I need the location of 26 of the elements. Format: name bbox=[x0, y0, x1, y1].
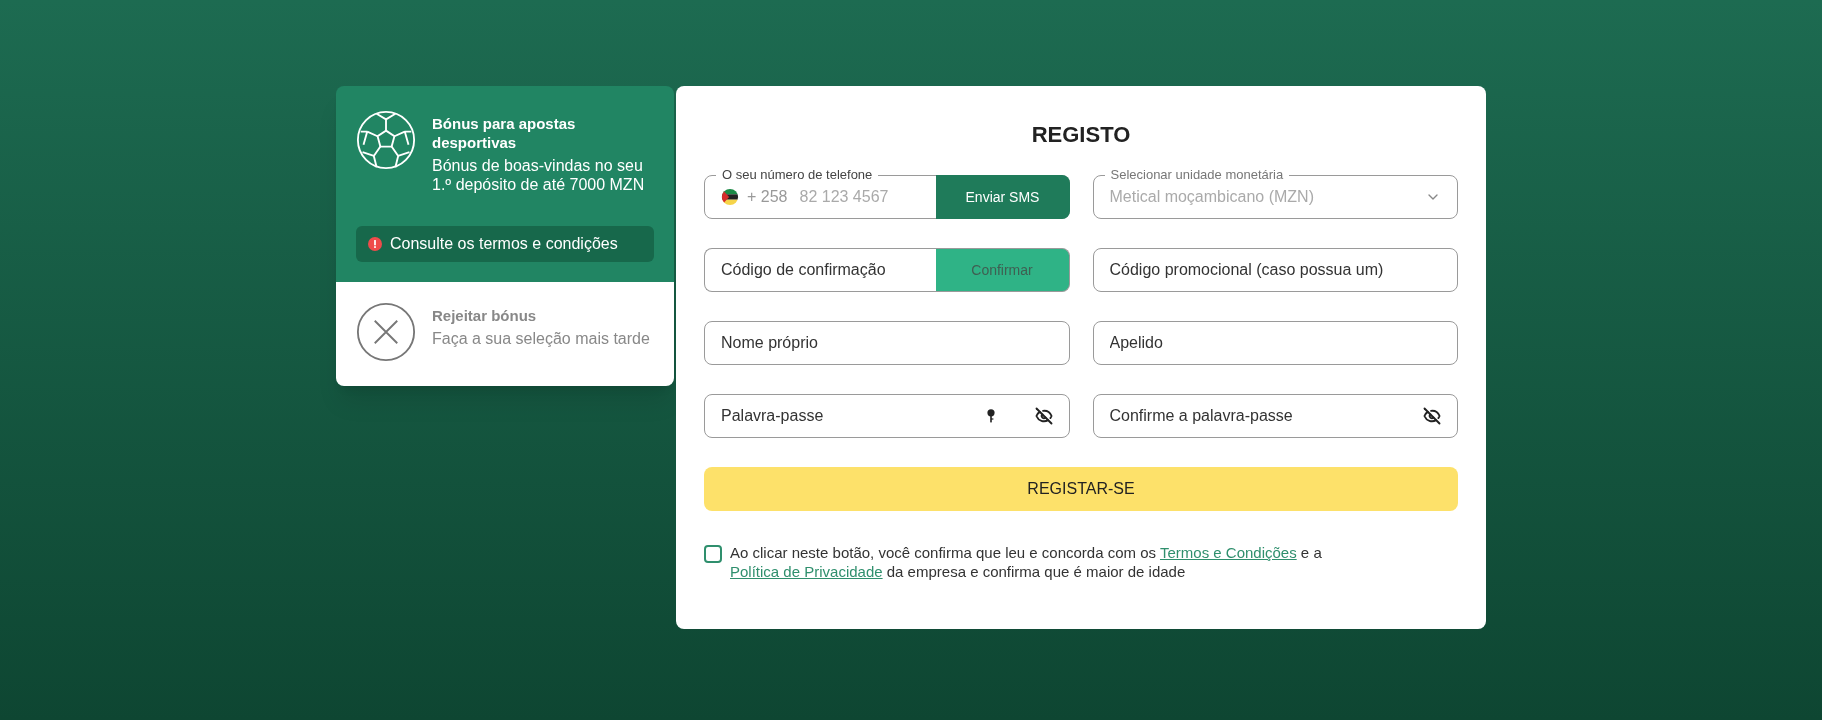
consent-checkbox[interactable] bbox=[704, 545, 722, 563]
bonus-description: Bónus de boas-vindas no seu 1.º depósito de até 7000 MZN bbox=[432, 156, 646, 194]
bonus-title: Bónus para apostas desportivas bbox=[432, 114, 577, 152]
password-field[interactable]: Palavra-passe bbox=[704, 394, 1070, 438]
key-icon bbox=[986, 408, 995, 424]
password-input[interactable]: Palavra-passe bbox=[705, 395, 987, 437]
alert-icon bbox=[368, 237, 382, 251]
form-title: REGISTO bbox=[1030, 121, 1132, 149]
hide-password-icon[interactable] bbox=[1034, 407, 1053, 425]
bonus-option[interactable]: Rejeitar bónus Faça a sua seleção mais tarde bbox=[336, 282, 674, 386]
bonus-title: Rejeitar bónus bbox=[432, 306, 538, 325]
consent-link[interactable]: Termos e Condições bbox=[1159, 544, 1297, 561]
bonus-option[interactable]: Bónus para apostas desportivas Bónus de boas-vindas no seu 1.º depósito de até 7000 MZN Consulte os termos e condições bbox=[336, 86, 674, 282]
select-value: Metical moçambicano (MZN) bbox=[1109, 187, 1314, 207]
country-code: + 258 bbox=[747, 187, 788, 207]
consent-text: Ao clicar neste botão, você confirma que leu e concorda com os Termos e Condições e a Política de Privacidade da empresa e confirma que é maior de idade bbox=[730, 543, 1323, 581]
send-sms-button[interactable]: Enviar SMS bbox=[935, 175, 1070, 219]
hide-password-icon[interactable] bbox=[1423, 407, 1441, 425]
bonus-description: Faça a sua seleção mais tarde bbox=[432, 329, 650, 348]
consent-link[interactable]: Política de Privacidade bbox=[730, 563, 883, 580]
phone-input[interactable]: 82 123 4567 bbox=[799, 185, 920, 209]
close-circle-icon bbox=[356, 302, 416, 362]
flag-icon bbox=[721, 188, 739, 206]
register-button[interactable]: REGISTAR-SE bbox=[704, 467, 1458, 511]
soccer-ball-icon bbox=[356, 110, 416, 170]
terms-link[interactable]: Consulte os termos e condições bbox=[356, 226, 654, 262]
